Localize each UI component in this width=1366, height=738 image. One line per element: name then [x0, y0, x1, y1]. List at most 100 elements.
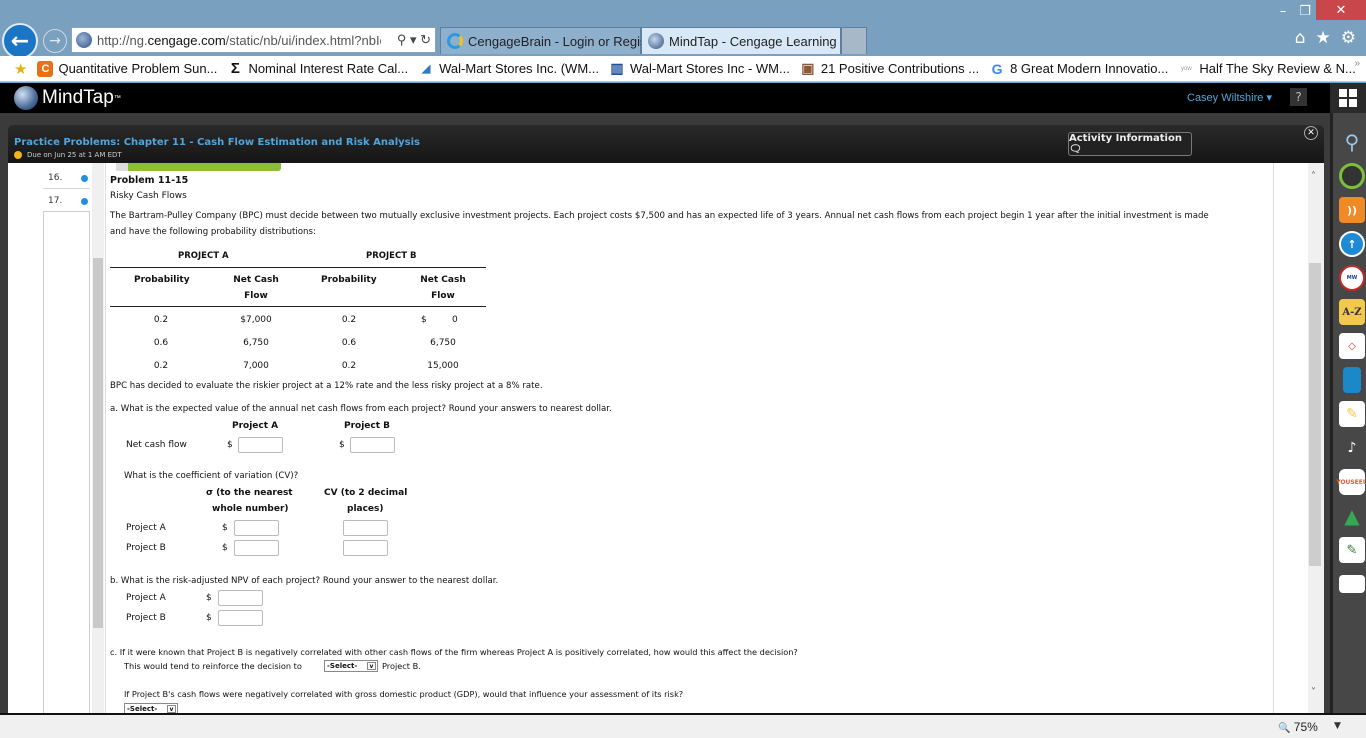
npv-b-input[interactable]	[218, 610, 263, 626]
prob-b: 0.2	[341, 361, 357, 371]
scroll-down-icon[interactable]: ˅	[1311, 687, 1316, 698]
prob-a: 0.2	[153, 315, 169, 325]
apps-grid-icon[interactable]	[1330, 83, 1366, 113]
guru-icon: ▥	[610, 60, 624, 76]
favorite-link[interactable]: C Quantitative Problem Sun...	[37, 60, 217, 77]
question-number[interactable]: 17.	[48, 196, 62, 206]
net-cash-flow-a-input[interactable]	[238, 437, 283, 453]
favorite-link[interactable]: G8 Great Modern Innovatio...	[989, 61, 1169, 77]
problem-intro-cont: and have the following probability distr…	[110, 227, 316, 237]
readspeaker-icon[interactable]: ♪	[1339, 435, 1365, 461]
prob-b: 0.2	[341, 315, 357, 325]
photo-icon: ▣	[801, 60, 815, 76]
sigma-header-2: whole number)	[212, 504, 289, 514]
currency-sign: $	[339, 440, 345, 450]
question-list-scrollbar[interactable]	[92, 163, 104, 713]
question-status-dot	[81, 175, 88, 182]
favorite-link[interactable]: ▥ Wal-Mart Stores Inc - WM...	[609, 60, 789, 77]
rss-icon[interactable]: ))	[1339, 197, 1365, 223]
part-a-col-project-a: Project A	[232, 421, 279, 431]
zoom-dropdown-icon[interactable]: ▼	[1334, 721, 1341, 731]
tab-label: CengageBrain - Login or Regis...	[468, 33, 658, 49]
question-content: Problem 11-15 Risky Cash Flows The Bartr…	[105, 163, 1274, 715]
home-icon[interactable]: ⌂	[1295, 28, 1306, 48]
app-dock: ⚲ )) ↑ MW A-Z ◇ ✎ ♪ YOUSEEU ▲ ✎	[1330, 113, 1366, 713]
google-drive-icon[interactable]: ▲	[1339, 503, 1365, 529]
currency-sign: $	[206, 613, 212, 623]
cash-b-sign: $	[421, 315, 427, 325]
glossary-az-icon[interactable]: A-Z	[1339, 299, 1365, 325]
zoom-level[interactable]: 🔍 75%	[1278, 720, 1318, 734]
cv-b-input[interactable]	[343, 540, 388, 556]
scroll-thumb[interactable]	[1309, 263, 1321, 566]
cv-a-input[interactable]	[343, 520, 388, 536]
close-activity-icon[interactable]: ✕	[1304, 126, 1318, 140]
currency-sign: $	[206, 593, 212, 603]
restore-button[interactable]: ❐	[1292, 0, 1318, 22]
part-a-question: a. What is the expected value of the ann…	[110, 404, 612, 414]
help-button[interactable]: ?	[1290, 88, 1307, 106]
url-text[interactable]: http://ng.cengage.com/static/nb/ui/index…	[97, 33, 381, 48]
rate-note: BPC has decided to evaluate the riskier …	[110, 381, 543, 391]
chevron-down-icon: v	[367, 662, 376, 670]
favorite-link[interactable]: Σ Nominal Interest Rate Cal...	[227, 60, 408, 77]
problem-subtitle: Risky Cash Flows	[110, 191, 187, 201]
activity-header: Practice Problems: Chapter 11 - Cash Flo…	[8, 125, 1324, 163]
scroll-up-icon[interactable]: ˄	[1311, 171, 1316, 182]
activity-information-button[interactable]: Activity Information 🗨	[1068, 132, 1192, 156]
merriam-webster-icon[interactable]: MW	[1339, 265, 1365, 291]
prob-a: 0.6	[153, 338, 169, 348]
favorite-link[interactable]: ◢ Wal-Mart Stores Inc. (WM...	[418, 61, 599, 77]
net-cash-flow-label: Net cash flow	[126, 440, 187, 450]
clock-icon	[14, 151, 22, 159]
cy-icon[interactable]: ◇	[1339, 333, 1365, 359]
cash-b: 0	[452, 315, 458, 325]
favorites-star-icon[interactable]: ★	[1316, 28, 1331, 48]
zoom-icon: 🔍	[1278, 723, 1291, 734]
navigation-bar: ← → http://ng.cengage.com/static/nb/ui/i…	[0, 23, 1366, 59]
profile-icon[interactable]	[1339, 163, 1365, 189]
part-b-question: b. What is the risk-adjusted NPV of each…	[110, 576, 499, 586]
row-label: Project A	[126, 593, 166, 603]
search-refresh-icons[interactable]: ⚲ ▾ ↻	[381, 32, 435, 48]
content-scrollbar[interactable]: ˄ ˅	[1308, 163, 1324, 713]
upload-icon[interactable]: ↑	[1339, 231, 1365, 257]
book-icon[interactable]	[1343, 367, 1361, 393]
checklist-icon[interactable]: ✎	[1339, 537, 1365, 563]
sigma-a-input[interactable]	[234, 520, 279, 536]
question-number[interactable]: 16.	[48, 173, 62, 183]
notebook-icon[interactable]: ✎	[1339, 401, 1365, 427]
close-window-button[interactable]: ✕	[1316, 0, 1366, 20]
currency-sign: $	[222, 543, 228, 553]
currency-sign: $	[222, 523, 228, 533]
back-button[interactable]: ←	[2, 23, 38, 59]
search-icon[interactable]: ⚲	[1339, 129, 1365, 155]
user-menu[interactable]: Casey Wiltshire ▾	[1187, 91, 1272, 104]
net-cash-flow-b-input[interactable]	[350, 437, 395, 453]
chart-icon: ◢	[421, 63, 431, 75]
more-favorites-icon[interactable]: »	[1354, 58, 1360, 69]
yow-icon: yow	[1181, 65, 1192, 72]
gdp-question: If Project B's cash flows were negativel…	[124, 689, 684, 699]
address-bar[interactable]: http://ng.cengage.com/static/nb/ui/index…	[71, 27, 436, 53]
new-tab-button[interactable]	[841, 27, 867, 54]
question-list: 16. 17.	[8, 163, 90, 713]
mindtap-orb-icon	[14, 86, 38, 110]
forward-button[interactable]: →	[43, 29, 67, 53]
sigma-b-input[interactable]	[234, 540, 279, 556]
currency-sign: $	[227, 440, 233, 450]
favorite-link[interactable]: yow Half The Sky Review & N...	[1178, 61, 1356, 77]
tab-mindtap[interactable]: MindTap - Cengage Learning ✕	[641, 27, 852, 54]
add-favorites-icon[interactable]: ★	[14, 60, 27, 78]
favorite-link[interactable]: ▣ 21 Positive Contributions ...	[800, 60, 979, 77]
cv-question: What is the coefficient of variation (CV…	[124, 471, 299, 481]
activity-title: Practice Problems: Chapter 11 - Cash Flo…	[14, 137, 420, 148]
settings-gear-icon[interactable]: ⚙	[1341, 28, 1356, 48]
yuseek-icon[interactable]: YOUSEEU	[1336, 469, 1366, 495]
decision-select[interactable]: -Select-v	[324, 660, 378, 672]
prob-a: 0.2	[153, 361, 169, 371]
cash-b: 15,000	[427, 361, 459, 371]
npv-a-input[interactable]	[218, 590, 263, 606]
flashcards-icon[interactable]	[1339, 575, 1365, 593]
tab-cengagebrain[interactable]: CengageBrain - Login or Regis...	[440, 27, 657, 54]
